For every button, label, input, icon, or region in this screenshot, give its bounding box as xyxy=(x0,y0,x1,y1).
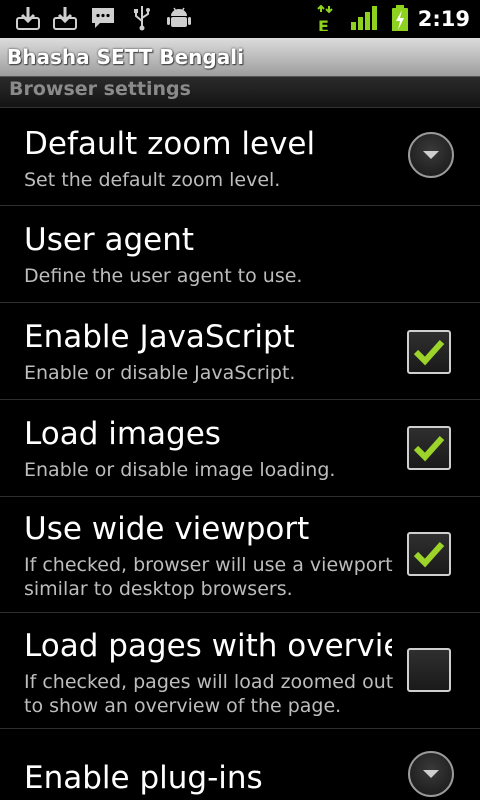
pref-summary: Enable or disable image loading. xyxy=(24,459,336,481)
edge-data-icon: E xyxy=(317,5,333,31)
pref-title: Load images xyxy=(24,416,221,452)
usb-icon xyxy=(134,6,150,31)
pref-title: Enable plug-ins xyxy=(24,760,263,796)
pref-title: Enable JavaScript xyxy=(24,319,295,355)
download-market-icon xyxy=(53,7,77,30)
checkmark-icon xyxy=(413,339,445,366)
plugins-dropdown-button[interactable] xyxy=(408,751,454,797)
category-header: Browser settings xyxy=(0,77,480,108)
sms-icon xyxy=(92,8,114,28)
pref-summary: Enable or disable JavaScript. xyxy=(24,362,296,384)
signal-icon xyxy=(351,6,377,30)
checkmark-icon xyxy=(413,435,445,462)
chevron-down-icon xyxy=(423,770,439,778)
app-title: Bhasha SETT Bengali xyxy=(7,45,244,69)
javascript-checkbox[interactable] xyxy=(407,330,451,374)
pref-summary: If checked, browser will use a viewport … xyxy=(24,554,393,600)
checkmark-icon xyxy=(413,541,445,568)
pref-use-wide-viewport[interactable]: Use wide viewport If checked, browser wi… xyxy=(0,497,480,613)
zoom-dropdown-button[interactable] xyxy=(408,132,454,178)
wide-viewport-checkbox[interactable] xyxy=(407,532,451,576)
pref-load-images[interactable]: Load images Enable or disable image load… xyxy=(0,400,480,497)
pref-title: User agent xyxy=(24,222,195,258)
category-label: Browser settings xyxy=(9,78,191,100)
pref-summary: Define the user agent to use. xyxy=(24,265,303,287)
pref-title: Default zoom level xyxy=(24,126,316,162)
pref-title: Load pages with overview xyxy=(24,628,392,664)
pref-load-pages-overview[interactable]: Load pages with overview If checked, pag… xyxy=(0,613,480,729)
overview-checkbox[interactable] xyxy=(407,648,451,692)
screen: E 2:19 Bhasha SETT Bengali Browser setti… xyxy=(0,0,480,800)
android-debug-icon xyxy=(167,7,191,27)
pref-user-agent[interactable]: User agent Define the user agent to use. xyxy=(0,206,480,303)
status-bar: E 2:19 xyxy=(0,0,480,38)
pref-enable-javascript[interactable]: Enable JavaScript Enable or disable Java… xyxy=(0,303,480,400)
status-time: 2:19 xyxy=(417,7,470,31)
pref-summary: If checked, pages will load zoomed out t… xyxy=(24,671,394,717)
pref-default-zoom-level[interactable]: Default zoom level Set the default zoom … xyxy=(0,108,480,206)
load-images-checkbox[interactable] xyxy=(407,426,451,470)
network-type-label: E xyxy=(318,17,329,31)
download-icon xyxy=(16,7,40,30)
battery-charging-icon xyxy=(392,5,408,31)
chevron-down-icon xyxy=(423,151,439,159)
pref-summary: Set the default zoom level. xyxy=(24,169,281,191)
pref-title: Use wide viewport xyxy=(24,511,310,547)
title-bar: Bhasha SETT Bengali xyxy=(0,38,480,77)
pref-enable-plugins[interactable]: Enable plug-ins xyxy=(0,729,480,800)
